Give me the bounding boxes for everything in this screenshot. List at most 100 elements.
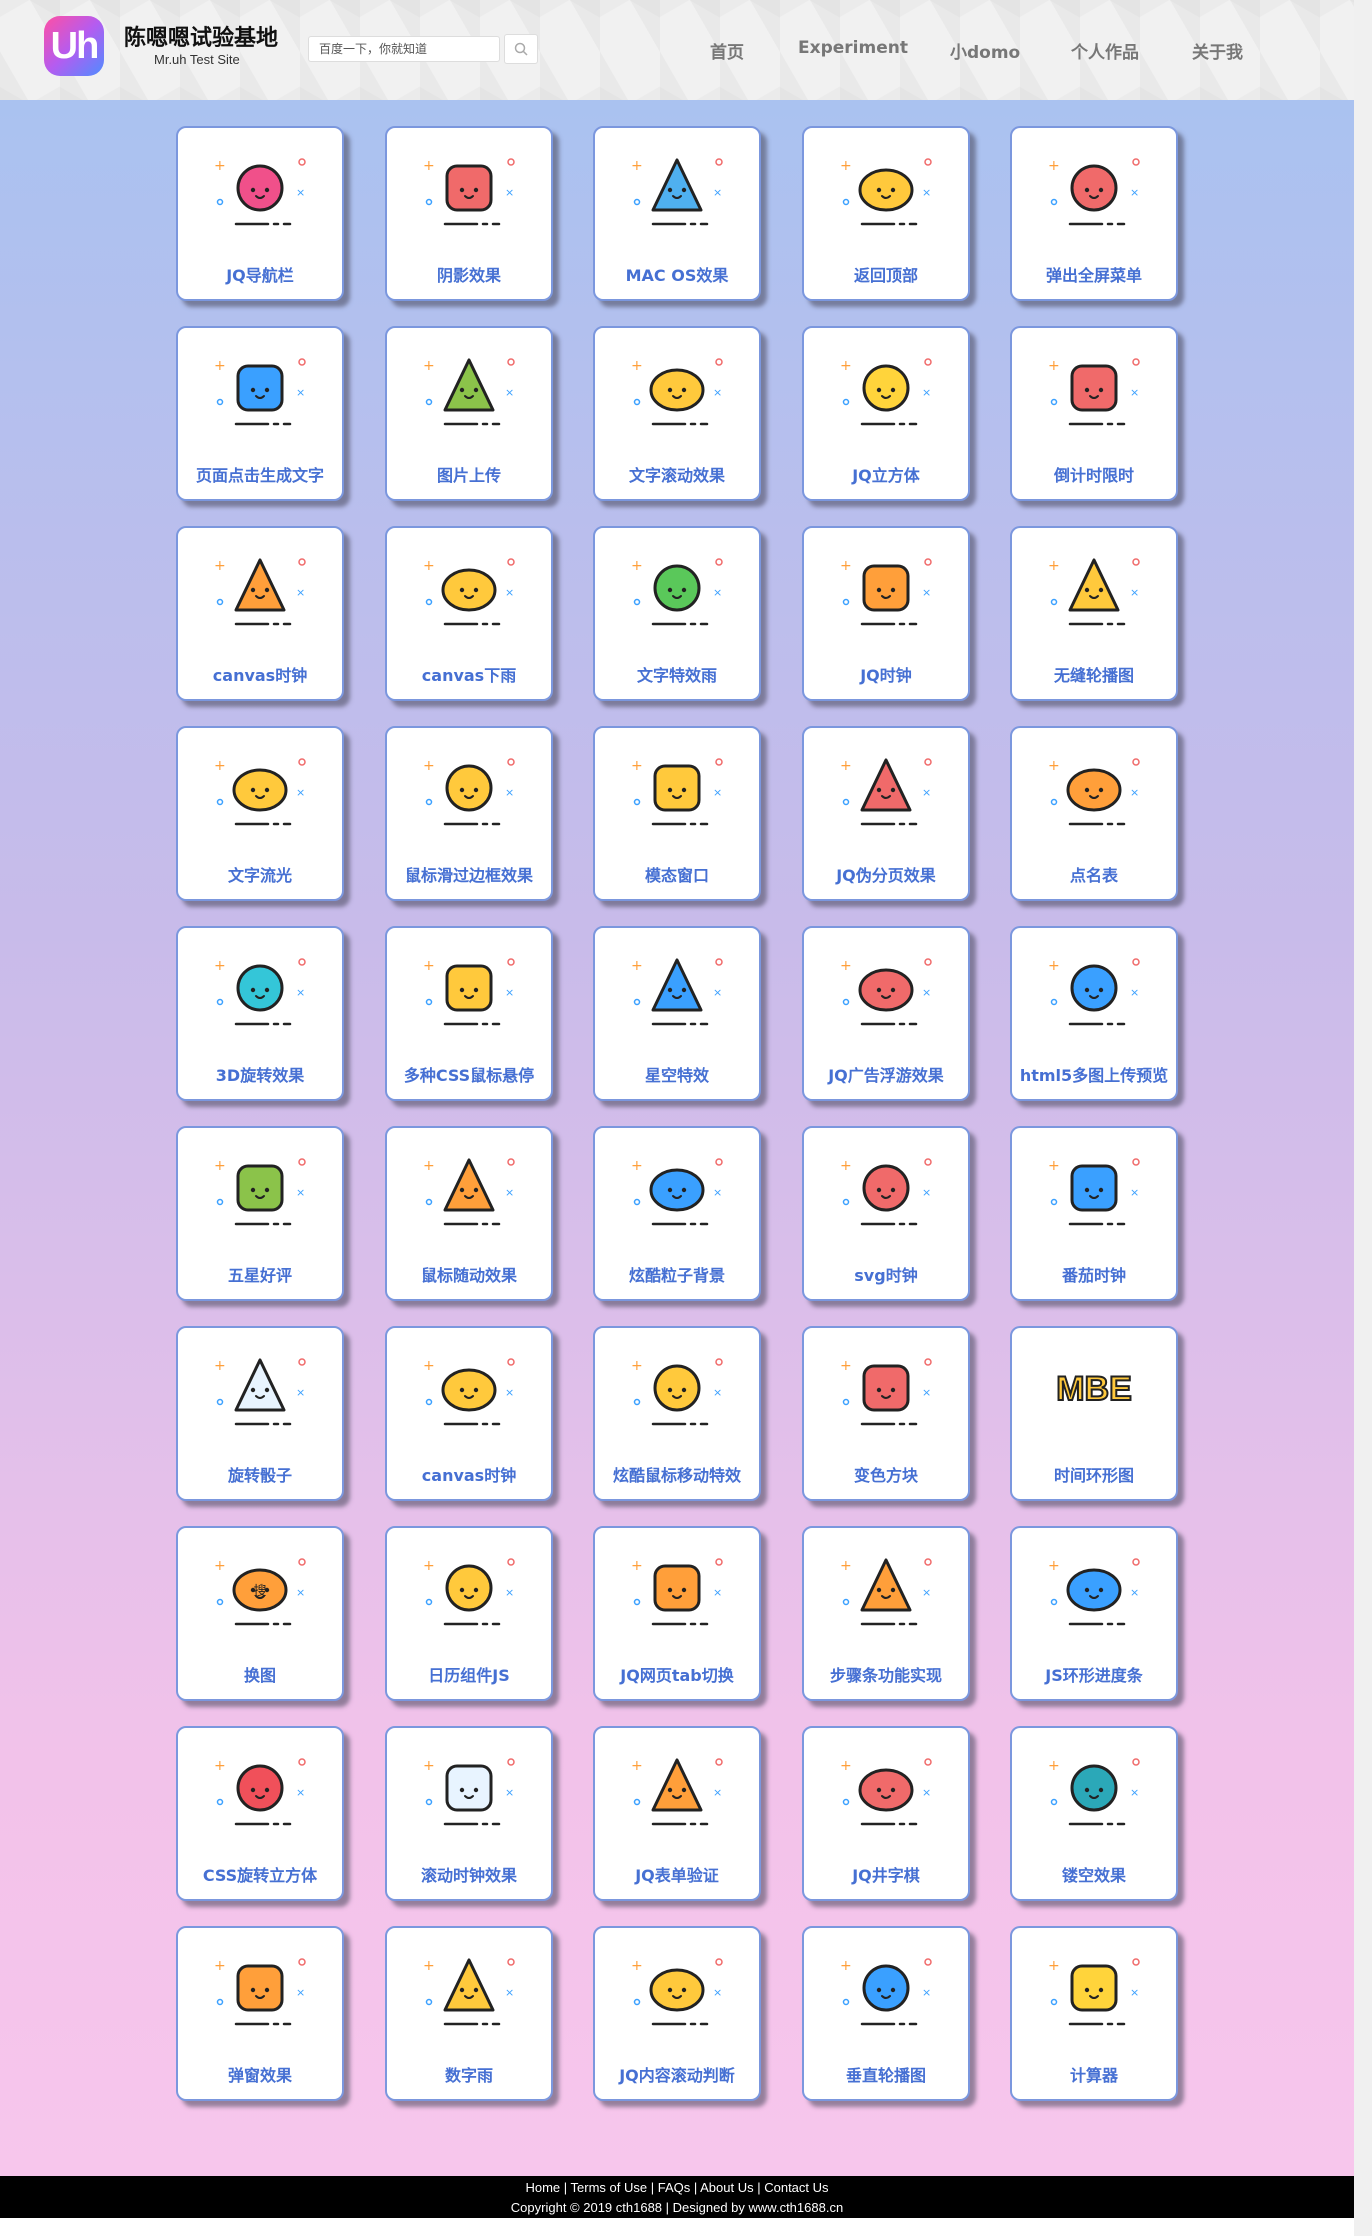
svg-text:×: × — [1130, 586, 1139, 599]
page-scrollbar[interactable] — [1354, 0, 1372, 2236]
demo-card[interactable]: + × 炫酷鼠标移动特效 — [593, 1326, 761, 1501]
demo-card-label: JQ表单验证 — [635, 1866, 719, 1885]
nav-about[interactable]: 关于我 — [1192, 38, 1243, 63]
demo-card-label: 无缝轮播图 — [1053, 666, 1134, 685]
demo-card[interactable]: + × 步骤条功能实现 — [802, 1526, 970, 1701]
demo-card[interactable]: + × canvas时钟 — [176, 526, 344, 701]
demo-card[interactable]: + × 图片上传 — [385, 326, 553, 501]
footer-link-home[interactable]: Home — [525, 2180, 560, 2195]
svg-text:+: + — [214, 1958, 226, 1974]
site-logo[interactable]: Uh — [44, 16, 104, 76]
demo-card-label: 图片上传 — [436, 466, 501, 485]
truck-icon: +× — [1048, 558, 1140, 626]
demo-card[interactable]: + × 五星好评 — [176, 1126, 344, 1301]
demo-card[interactable]: + × 番茄时钟 — [1010, 1126, 1178, 1301]
svg-text:×: × — [505, 1786, 514, 1799]
demo-card[interactable]: + × 模态窗口 — [593, 726, 761, 901]
demo-card[interactable]: + × 页面点击生成文字 — [176, 326, 344, 501]
search-button[interactable] — [504, 34, 538, 64]
demo-card[interactable]: + × 文字滚动效果 — [593, 326, 761, 501]
svg-text:+: + — [840, 558, 852, 574]
demo-card[interactable]: + × 鼠标滑过边框效果 — [385, 726, 553, 901]
svg-text:×: × — [922, 1186, 931, 1199]
demo-card[interactable]: + × 文字流光 — [176, 726, 344, 901]
demo-card[interactable]: + × 文字特效雨 — [593, 526, 761, 701]
demo-card[interactable]: + × JQ伪分页效果 — [802, 726, 970, 901]
nav-experiment[interactable]: Experiment — [798, 38, 908, 58]
demo-card[interactable]: + × JQ内容滚动判断 — [593, 1926, 761, 2101]
demo-card[interactable]: + × 阴影效果 — [385, 126, 553, 301]
demo-card[interactable]: + × 鼠标随动效果 — [385, 1126, 553, 1301]
footer-link-about[interactable]: About Us — [700, 2180, 753, 2195]
demo-card[interactable]: + × 旋转骰子 — [176, 1326, 344, 1501]
svg-text:+: + — [214, 758, 226, 774]
svg-text:×: × — [1130, 1786, 1139, 1799]
demo-card[interactable]: + × 星空特效 — [593, 926, 761, 1101]
demo-card[interactable]: + × JQ网页tab切换 — [593, 1526, 761, 1701]
demo-card[interactable]: + × JQ井字棋 — [802, 1726, 970, 1901]
demo-card[interactable]: + × 弹出全屏菜单 — [1010, 126, 1178, 301]
demo-card[interactable]: + × JQ导航栏 — [176, 126, 344, 301]
demo-card[interactable]: + × 日历组件JS — [385, 1526, 553, 1701]
demo-card[interactable]: + × 点名表 — [1010, 726, 1178, 901]
demo-card[interactable]: + × 计算器 — [1010, 1926, 1178, 2101]
demo-card[interactable]: + × JS环形进度条 — [1010, 1526, 1178, 1701]
demo-card[interactable]: + × 弹窗效果 — [176, 1926, 344, 2101]
cart-icon: +× — [840, 1558, 932, 1626]
demo-card[interactable]: + × 垂直轮播图 — [802, 1926, 970, 2101]
svg-text:×: × — [296, 386, 305, 399]
demo-card[interactable]: + × canvas时钟 — [385, 1326, 553, 1501]
demo-card[interactable]: MBE 时间环形图 — [1010, 1326, 1178, 1501]
demo-card[interactable]: + × 炫酷粒子背景 — [593, 1126, 761, 1301]
demo-card-label: 3D旋转效果 — [215, 1066, 305, 1085]
demo-card[interactable]: + × JQ立方体 — [802, 326, 970, 501]
demo-card[interactable]: + × MAC OS效果 — [593, 126, 761, 301]
svg-text:×: × — [713, 586, 722, 599]
svg-text:×: × — [505, 386, 514, 399]
money-bag-icon: +× — [1048, 358, 1140, 426]
ice-cream-icon: +× — [631, 1158, 723, 1226]
demo-card[interactable]: + × 3D旋转效果 — [176, 926, 344, 1101]
demo-card[interactable]: + × 搜换图 — [176, 1526, 344, 1701]
demo-card[interactable]: + × JQ时钟 — [802, 526, 970, 701]
svg-text:×: × — [1130, 986, 1139, 999]
svg-text:+: + — [214, 558, 226, 574]
demo-card[interactable]: + × JQ表单验证 — [593, 1726, 761, 1901]
storm-cloud-icon: +× — [423, 1758, 515, 1826]
demo-card-label: svg时钟 — [854, 1266, 918, 1285]
svg-text:+: + — [423, 558, 435, 574]
demo-card[interactable]: + × 镂空效果 — [1010, 1726, 1178, 1901]
demo-card-label: 炫酷粒子背景 — [628, 1266, 725, 1285]
svg-text:+: + — [214, 358, 226, 374]
demo-card-label: 步骤条功能实现 — [829, 1666, 942, 1685]
footer-link-faqs[interactable]: FAQs — [658, 2180, 691, 2195]
nav-domo[interactable]: 小domo — [950, 38, 1020, 63]
svg-text:+: + — [631, 1358, 643, 1374]
svg-text:+: + — [1048, 558, 1060, 574]
demo-card[interactable]: + × svg时钟 — [802, 1126, 970, 1301]
demo-card[interactable]: + × 倒计时限时 — [1010, 326, 1178, 501]
chat-bubbles-icon: +× — [840, 158, 932, 226]
nav-works[interactable]: 个人作品 — [1071, 38, 1139, 63]
footer-link-contact[interactable]: Contact Us — [764, 2180, 828, 2195]
lightbulb-icon: +× — [631, 1358, 723, 1426]
svg-text:×: × — [505, 1986, 514, 1999]
demo-card[interactable]: + × canvas下雨 — [385, 526, 553, 701]
demo-card[interactable]: + × 返回顶部 — [802, 126, 970, 301]
search-input[interactable] — [308, 36, 500, 62]
footer-link-terms[interactable]: Terms of Use — [571, 2180, 648, 2195]
blob-face-icon: +× — [214, 558, 306, 626]
demo-card[interactable]: + × CSS旋转立方体 — [176, 1726, 344, 1901]
site-title: 陈嗯嗯试验基地 — [124, 26, 279, 51]
demo-card[interactable]: + × html5多图上传预览 — [1010, 926, 1178, 1101]
airplane-icon: +× — [1048, 1558, 1140, 1626]
sock-icon: +× — [1048, 1758, 1140, 1826]
demo-card[interactable]: + × 多种CSS鼠标悬停 — [385, 926, 553, 1101]
demo-card[interactable]: + × 滚动时钟效果 — [385, 1726, 553, 1901]
nav-home[interactable]: 首页 — [710, 38, 744, 63]
demo-card[interactable]: + × 无缝轮播图 — [1010, 526, 1178, 701]
site-header: Uh 陈嗯嗯试验基地 Mr.uh Test Site 首页 Experiment… — [0, 0, 1354, 100]
demo-card[interactable]: + × JQ广告浮游效果 — [802, 926, 970, 1101]
demo-card[interactable]: + × 变色方块 — [802, 1326, 970, 1501]
demo-card[interactable]: + × 数字雨 — [385, 1926, 553, 2101]
